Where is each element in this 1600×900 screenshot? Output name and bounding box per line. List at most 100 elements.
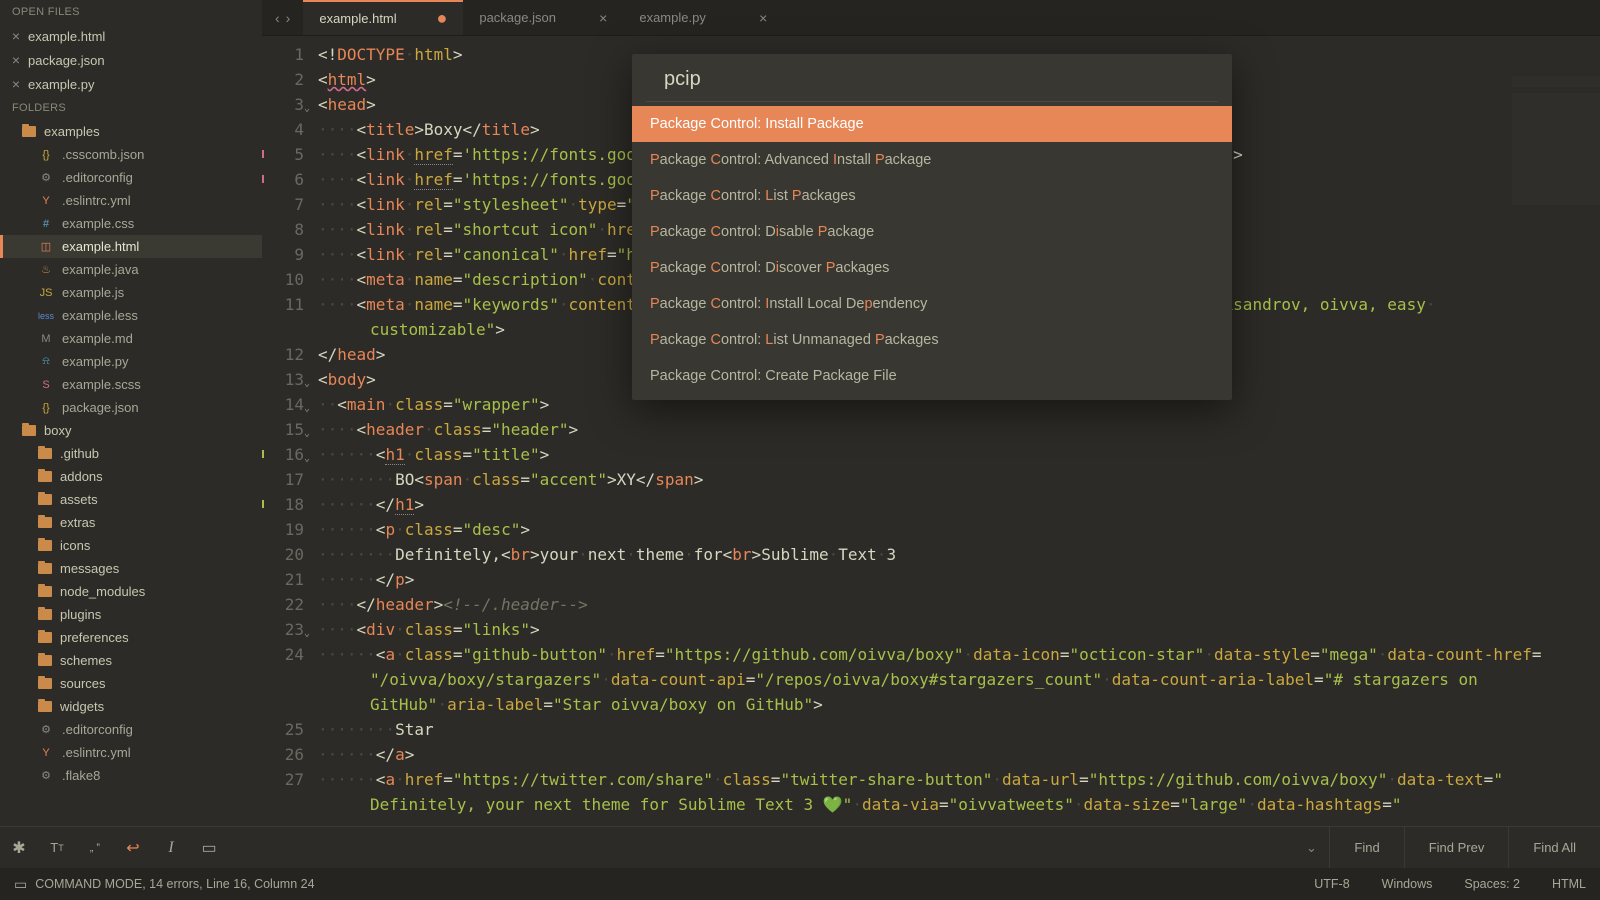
folder-icon bbox=[38, 563, 52, 574]
folder-icon bbox=[38, 586, 52, 597]
status-line-endings[interactable]: Windows bbox=[1382, 877, 1433, 891]
folder-label: addons bbox=[60, 469, 103, 484]
in-selection-toggle[interactable]: I bbox=[152, 827, 190, 868]
tab[interactable]: example.html● bbox=[303, 0, 463, 35]
folder-item[interactable]: preferences bbox=[0, 626, 262, 649]
wrap-toggle[interactable]: ↩ bbox=[114, 827, 152, 868]
folder-icon bbox=[22, 126, 36, 137]
close-icon[interactable]: × bbox=[759, 10, 767, 26]
file-item[interactable]: ⚙ .editorconfig bbox=[0, 718, 262, 741]
tab[interactable]: package.json× bbox=[463, 0, 623, 35]
palette-item[interactable]: Package Control: Discover Packages bbox=[632, 250, 1232, 286]
file-icon: ◫ bbox=[38, 240, 54, 253]
folder-icon bbox=[38, 655, 52, 666]
open-file-item[interactable]: ×package.json bbox=[0, 48, 262, 72]
file-label: example.html bbox=[62, 239, 139, 254]
folder-item[interactable]: schemes bbox=[0, 649, 262, 672]
folder-label: sources bbox=[60, 676, 106, 691]
status-indent[interactable]: Spaces: 2 bbox=[1464, 877, 1520, 891]
file-item[interactable]: ⍾example.py bbox=[0, 350, 262, 373]
minimap[interactable] bbox=[1512, 76, 1600, 216]
file-item[interactable]: {} package.json bbox=[0, 396, 262, 419]
close-icon[interactable]: × bbox=[599, 10, 607, 26]
status-bar: ▭ COMMAND MODE, 14 errors, Line 16, Colu… bbox=[0, 868, 1600, 900]
file-label: example.java bbox=[62, 262, 139, 277]
folder-item[interactable]: assets bbox=[0, 488, 262, 511]
command-palette: pcip Package Control: Install PackagePac… bbox=[632, 54, 1232, 400]
palette-item[interactable]: Package Control: Create Package File bbox=[632, 358, 1232, 394]
status-mode: COMMAND MODE bbox=[35, 877, 142, 891]
file-item[interactable]: Y.eslintrc.yml bbox=[0, 741, 262, 764]
file-item[interactable]: Y.eslintrc.yml bbox=[0, 189, 262, 212]
palette-item[interactable]: Package Control: Install Package bbox=[632, 106, 1232, 142]
close-icon[interactable]: × bbox=[8, 52, 24, 68]
folder-label: messages bbox=[60, 561, 119, 576]
file-item[interactable]: {} .csscomb.json bbox=[0, 143, 262, 166]
tab[interactable]: example.py× bbox=[623, 0, 783, 35]
folder-item[interactable]: sources bbox=[0, 672, 262, 695]
file-item[interactable]: ♨example.java bbox=[0, 258, 262, 281]
sidebar: OPEN FILES ×example.html×package.json×ex… bbox=[0, 0, 262, 826]
tab-next-icon[interactable]: › bbox=[286, 10, 291, 26]
folder-item[interactable]: examples bbox=[0, 120, 262, 143]
file-item[interactable]: Mexample.md bbox=[0, 327, 262, 350]
whole-word-toggle[interactable]: „ ‟ bbox=[76, 827, 114, 868]
file-label: example.css bbox=[62, 216, 134, 231]
open-file-item[interactable]: ×example.html bbox=[0, 24, 262, 48]
file-icon: {} bbox=[38, 402, 54, 414]
folder-label: assets bbox=[60, 492, 98, 507]
folder-item[interactable]: addons bbox=[0, 465, 262, 488]
palette-input[interactable]: pcip bbox=[646, 54, 1218, 102]
file-item[interactable]: lessexample.less bbox=[0, 304, 262, 327]
folder-item[interactable]: extras bbox=[0, 511, 262, 534]
folder-item[interactable]: node_modules bbox=[0, 580, 262, 603]
palette-item[interactable]: Package Control: Install Local Dependenc… bbox=[632, 286, 1232, 322]
palette-item[interactable]: Package Control: List Unmanaged Packages bbox=[632, 322, 1232, 358]
find-prev-button[interactable]: Find Prev bbox=[1404, 827, 1509, 868]
file-item[interactable]: #example.css bbox=[0, 212, 262, 235]
file-item[interactable]: ◫ example.html bbox=[0, 235, 262, 258]
folder-item[interactable]: plugins bbox=[0, 603, 262, 626]
palette-item[interactable]: Package Control: Disable Package bbox=[632, 214, 1232, 250]
tab-bar: ‹ › example.html●package.json×example.py… bbox=[262, 0, 1600, 36]
find-all-button[interactable]: Find All bbox=[1508, 827, 1600, 868]
status-syntax[interactable]: HTML bbox=[1552, 877, 1586, 891]
file-label: package.json bbox=[62, 400, 139, 415]
folder-label: node_modules bbox=[60, 584, 145, 599]
palette-item[interactable]: Package Control: List Packages bbox=[632, 178, 1232, 214]
panel-icon[interactable]: ▭ bbox=[14, 876, 27, 893]
find-history-icon[interactable]: ⌄ bbox=[1293, 840, 1329, 856]
folder-item[interactable]: .github bbox=[0, 442, 262, 465]
open-file-label: example.py bbox=[28, 77, 94, 92]
close-icon[interactable]: × bbox=[8, 76, 24, 92]
highlight-toggle[interactable]: ▭ bbox=[190, 827, 228, 868]
folder-label: extras bbox=[60, 515, 95, 530]
file-icon: ⚙ bbox=[38, 723, 54, 736]
file-icon: {} bbox=[38, 149, 54, 161]
file-icon: ⚙ bbox=[38, 171, 54, 184]
file-label: .csscomb.json bbox=[62, 147, 144, 162]
folder-item[interactable]: icons bbox=[0, 534, 262, 557]
folder-item[interactable]: widgets bbox=[0, 695, 262, 718]
file-icon: JS bbox=[38, 287, 54, 299]
open-file-item[interactable]: × example.py bbox=[0, 72, 262, 96]
folder-icon bbox=[38, 494, 52, 505]
file-item[interactable]: ⚙.editorconfig bbox=[0, 166, 262, 189]
folder-item[interactable]: boxy bbox=[0, 419, 262, 442]
file-item[interactable]: ⚙.flake8 bbox=[0, 764, 262, 787]
folder-item[interactable]: messages bbox=[0, 557, 262, 580]
file-label: .editorconfig bbox=[62, 722, 133, 737]
folder-label: examples bbox=[44, 124, 100, 139]
file-item[interactable]: Sexample.scss bbox=[0, 373, 262, 396]
close-icon[interactable]: × bbox=[8, 28, 24, 44]
tab-prev-icon[interactable]: ‹ bbox=[275, 10, 280, 26]
file-item[interactable]: JSexample.js bbox=[0, 281, 262, 304]
file-label: .eslintrc.yml bbox=[62, 193, 131, 208]
case-toggle[interactable]: TT bbox=[38, 827, 76, 868]
tab-nav: ‹ › bbox=[262, 0, 303, 35]
status-encoding[interactable]: UTF-8 bbox=[1314, 877, 1349, 891]
find-button[interactable]: Find bbox=[1329, 827, 1403, 868]
file-label: example.less bbox=[62, 308, 138, 323]
palette-item[interactable]: Package Control: Advanced Install Packag… bbox=[632, 142, 1232, 178]
regex-toggle[interactable]: ✱ bbox=[0, 827, 38, 868]
